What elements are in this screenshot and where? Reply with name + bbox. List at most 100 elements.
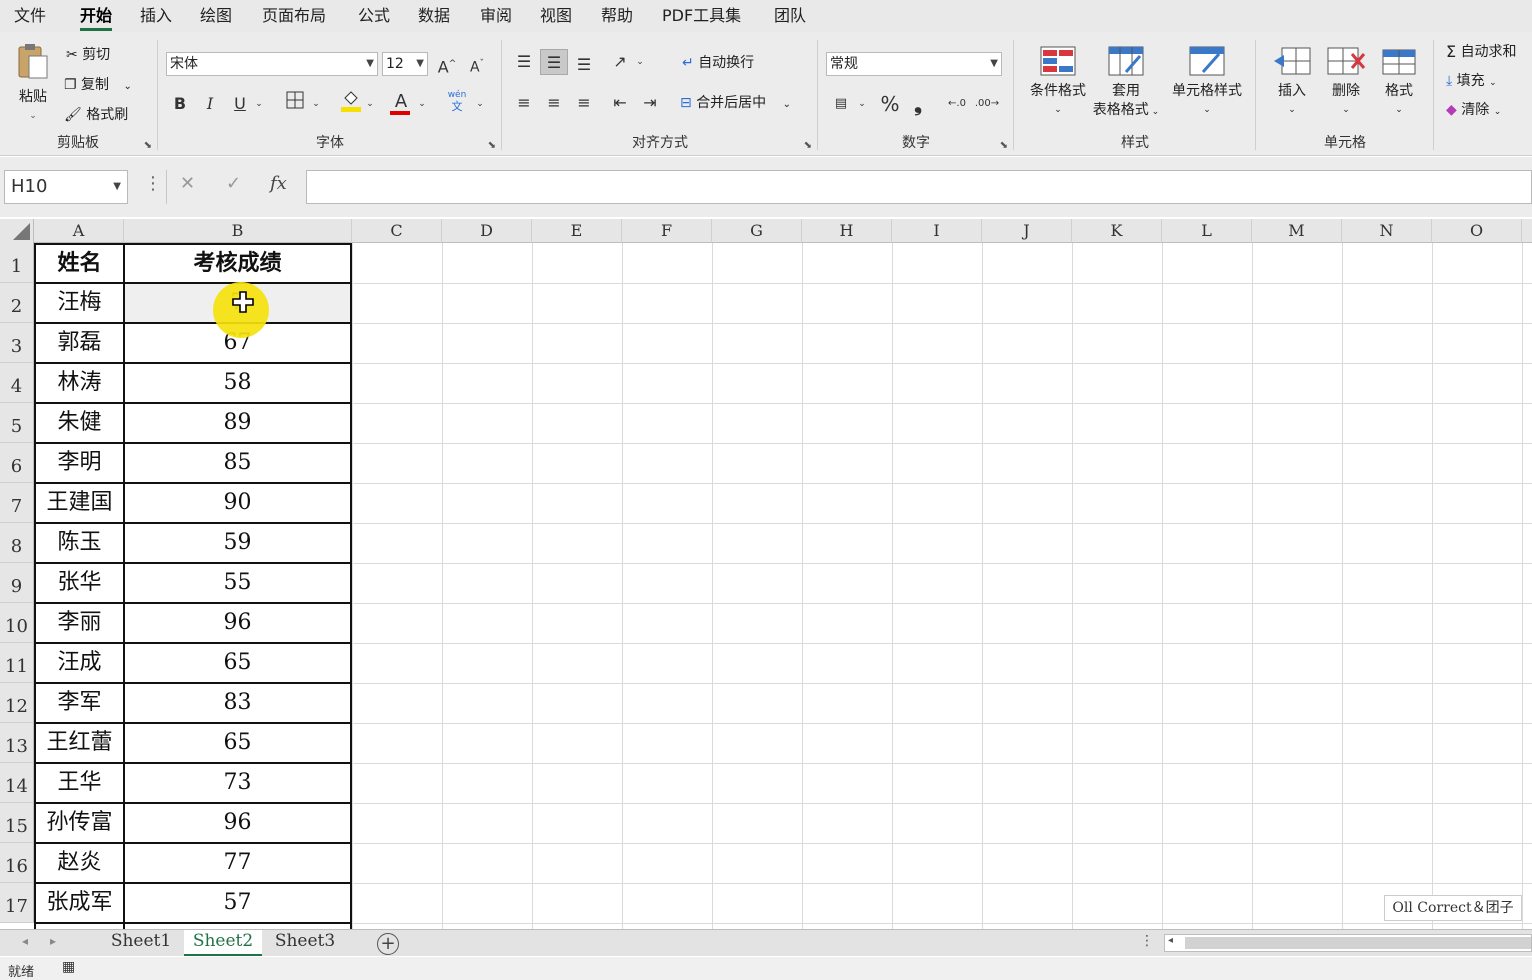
menu-tab-8[interactable]: 视图 — [540, 4, 572, 28]
scrollbar-thumb[interactable] — [1185, 937, 1531, 949]
table-cell[interactable]: 55 — [125, 563, 350, 603]
accounting-format-icon[interactable]: ▤ — [828, 91, 854, 117]
row-header[interactable]: 5 — [0, 403, 34, 443]
table-cell[interactable]: 83 — [125, 683, 350, 723]
font-name-select[interactable]: 宋体 ▼ — [166, 52, 378, 76]
table-cell[interactable]: 57 — [125, 883, 350, 923]
wrap-text-button[interactable]: ↵ 自动换行 — [682, 51, 754, 75]
autosum-button[interactable]: Σ 自动求和 — [1446, 40, 1517, 64]
table-cell[interactable]: 96 — [125, 803, 350, 843]
borders-button[interactable] — [282, 91, 308, 117]
underline-dropdown-icon[interactable]: ⌄ — [253, 91, 265, 117]
column-header[interactable]: D — [442, 219, 532, 243]
table-header-cell[interactable]: 考核成绩 — [125, 243, 350, 283]
sheet-tab-2[interactable]: Sheet2 — [184, 930, 262, 956]
menu-tab-0[interactable]: 文件 — [14, 4, 46, 28]
row-header[interactable]: 4 — [0, 363, 34, 403]
more-options-icon[interactable]: ⋮ — [144, 173, 162, 194]
row-header[interactable]: 11 — [0, 643, 34, 683]
macro-record-icon[interactable]: ▦ — [62, 959, 75, 975]
row-header[interactable]: 8 — [0, 523, 34, 563]
menu-tab-10[interactable]: PDF工具集 — [662, 4, 741, 28]
table-header-cell[interactable]: 姓名 — [36, 243, 123, 283]
scroll-left-icon[interactable]: ◂ — [1168, 935, 1173, 946]
sheet-tab-1[interactable]: Sheet1 — [104, 930, 178, 956]
paste-dropdown-icon[interactable]: ⌄ — [10, 107, 56, 126]
font-size-select[interactable]: 12 ▼ — [382, 52, 428, 76]
row-header[interactable]: 1 — [0, 243, 34, 283]
menu-tab-1[interactable]: 开始 — [80, 4, 113, 31]
font-launcher-icon[interactable]: ⬊ — [488, 140, 496, 151]
align-bottom-button[interactable]: ☰ — [572, 52, 596, 78]
copy-dropdown-icon[interactable]: ⌄ — [123, 81, 131, 92]
row-header[interactable]: 7 — [0, 483, 34, 523]
menu-tab-2[interactable]: 插入 — [140, 4, 172, 28]
cancel-icon[interactable]: ✕ — [180, 173, 195, 194]
row-header[interactable]: 2 — [0, 283, 34, 323]
bold-button[interactable]: B — [170, 91, 190, 117]
table-cell[interactable]: 65 — [125, 643, 350, 683]
table-cell[interactable]: 张华 — [36, 563, 123, 603]
number-format-select[interactable]: 常规 ▼ — [826, 52, 1002, 76]
row-header[interactable]: 9 — [0, 563, 34, 603]
column-header[interactable]: N — [1342, 219, 1432, 243]
table-cell[interactable]: 赵炎 — [36, 843, 123, 883]
borders-dropdown-icon[interactable]: ⌄ — [310, 91, 322, 117]
column-header[interactable]: A — [34, 219, 124, 243]
tab-scroll-left-icon[interactable]: ◂ — [22, 934, 28, 948]
increase-decimal-icon[interactable]: ←.0 — [944, 91, 970, 117]
accounting-dropdown-icon[interactable]: ⌄ — [856, 91, 868, 117]
menu-tab-9[interactable]: 帮助 — [601, 4, 633, 28]
row-header[interactable]: 16 — [0, 843, 34, 883]
tab-scroll-right-icon[interactable]: ▸ — [50, 934, 56, 948]
column-header[interactable]: O — [1432, 219, 1522, 243]
column-header[interactable]: M — [1252, 219, 1342, 243]
paste-button[interactable]: 粘贴 ⌄ — [10, 42, 56, 126]
column-header[interactable]: E — [532, 219, 622, 243]
menu-tab-7[interactable]: 审阅 — [480, 4, 512, 28]
row-header[interactable]: 3 — [0, 323, 34, 363]
phonetic-button[interactable]: wén 文 — [444, 89, 470, 115]
align-top-button[interactable]: ☰ — [512, 49, 536, 75]
table-cell[interactable]: 77 — [125, 843, 350, 883]
orientation-dropdown-icon[interactable]: ⌄ — [634, 49, 646, 75]
align-left-button[interactable]: ≡ — [512, 90, 536, 116]
table-cell[interactable]: 90 — [125, 483, 350, 523]
column-header[interactable]: K — [1072, 219, 1162, 243]
add-sheet-button[interactable]: + — [377, 933, 399, 955]
table-cell[interactable]: 汪成 — [36, 643, 123, 683]
table-cell[interactable]: 李军 — [36, 683, 123, 723]
column-header[interactable]: C — [352, 219, 442, 243]
delete-cells-button[interactable]: 删除 ⌄ — [1320, 46, 1372, 120]
name-box[interactable]: H10 ▼ — [4, 170, 128, 204]
column-header[interactable]: F — [622, 219, 712, 243]
row-header[interactable]: 15 — [0, 803, 34, 843]
italic-button[interactable]: I — [200, 91, 220, 117]
menu-tab-5[interactable]: 公式 — [358, 4, 390, 28]
table-cell[interactable]: 73 — [125, 763, 350, 803]
menu-tab-4[interactable]: 页面布局 — [262, 4, 326, 28]
table-cell[interactable]: 李明 — [36, 443, 123, 483]
column-header[interactable]: J — [982, 219, 1072, 243]
menu-tab-11[interactable]: 团队 — [774, 4, 806, 28]
align-center-button[interactable]: ≡ — [542, 90, 566, 116]
grow-font-button[interactable]: A^ — [436, 51, 458, 77]
column-header[interactable]: L — [1162, 219, 1252, 243]
clear-button[interactable]: ◆ 清除 ⌄ — [1446, 98, 1501, 122]
column-header[interactable]: B — [124, 219, 352, 243]
format-cells-button[interactable]: 格式 ⌄ — [1374, 46, 1424, 120]
table-cell[interactable]: 85 — [125, 443, 350, 483]
column-header[interactable]: I — [892, 219, 982, 243]
table-cell[interactable]: 汪梅 — [36, 283, 123, 323]
orientation-icon[interactable]: ↗ — [608, 49, 632, 75]
spreadsheet-grid[interactable]: ABCDEFGHIJKLMNO 姓名考核成绩汪梅7郭磊67林涛58朱健89李明8… — [0, 219, 1532, 929]
table-cell[interactable]: 张成军 — [36, 883, 123, 923]
menu-tab-3[interactable]: 绘图 — [200, 4, 232, 28]
table-cell[interactable]: 王华 — [36, 763, 123, 803]
table-cell[interactable]: 89 — [125, 403, 350, 443]
fill-button[interactable]: ⤓ 填充 ⌄ — [1446, 69, 1497, 93]
phonetic-dropdown-icon[interactable]: ⌄ — [474, 91, 486, 117]
row-header[interactable]: 6 — [0, 443, 34, 483]
table-cell[interactable]: 王红蕾 — [36, 723, 123, 763]
row-header[interactable]: 12 — [0, 683, 34, 723]
